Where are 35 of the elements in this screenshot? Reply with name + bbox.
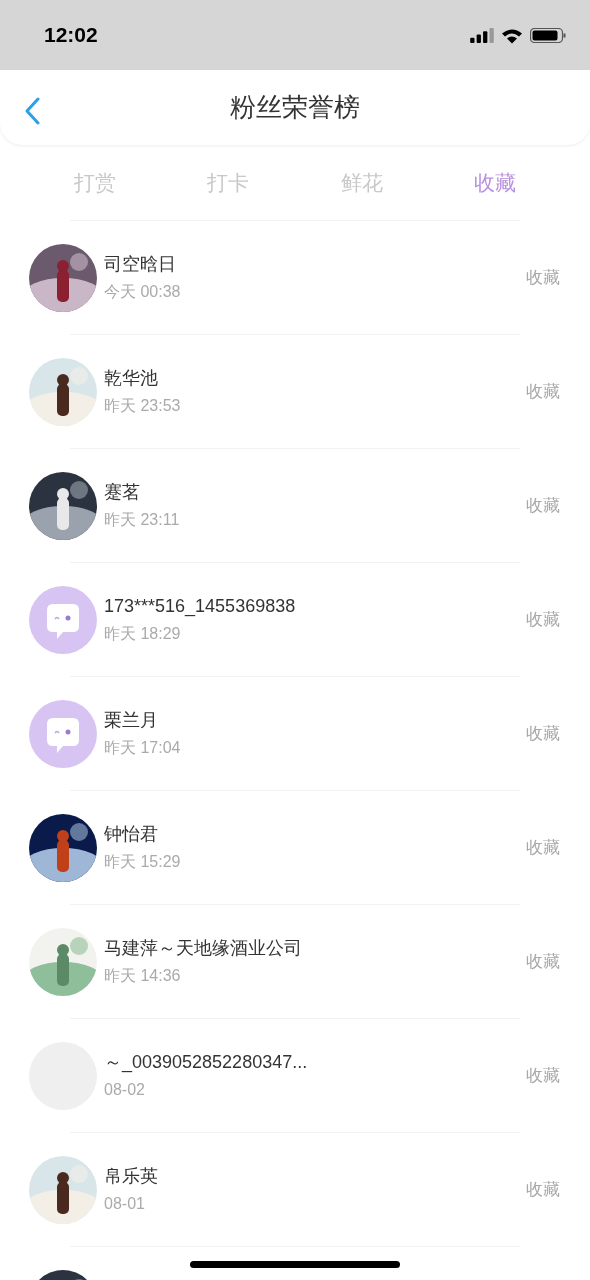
back-icon <box>24 97 40 125</box>
timestamp: 08-02 <box>104 1080 146 1100</box>
action-label: 收藏 <box>526 380 560 403</box>
signal-icon <box>470 27 494 43</box>
user-name: 乾华池 <box>104 367 159 390</box>
timestamp: 今天 00:38 <box>104 282 182 302</box>
user-name: 173***516_1455369838 <box>104 595 297 619</box>
tab[interactable]: 收藏 <box>428 166 562 199</box>
user-name: ～_0039052852280347... <box>104 1051 309 1075</box>
user-name: 钟怡君 <box>104 823 159 846</box>
page-title: 粉丝荣誉榜 <box>230 91 360 124</box>
user-name: 司空晗日 <box>104 253 177 276</box>
timestamp: 昨天 18:29 <box>104 624 182 644</box>
user-name: 马建萍～天地缘酒业公司 <box>104 937 303 960</box>
battery-icon <box>530 27 566 43</box>
user-name: 帛乐英 <box>104 1165 159 1188</box>
action-label: 收藏 <box>526 950 560 973</box>
timestamp: 昨天 17:04 <box>104 738 182 758</box>
action-label: 收藏 <box>526 722 560 745</box>
status-time: 12:02 <box>44 22 98 49</box>
action-label: 收藏 <box>526 1178 560 1201</box>
user-name: 栗兰月 <box>104 709 159 732</box>
timestamp: 昨天 15:29 <box>104 852 182 872</box>
action-label: 收藏 <box>526 836 560 859</box>
user-name: 蹇茗 <box>104 481 141 504</box>
timestamp: 昨天 14:36 <box>104 966 182 986</box>
timestamp: 昨天 23:11 <box>104 510 181 530</box>
action-label: 收藏 <box>526 1064 560 1087</box>
action-label: 收藏 <box>526 608 560 631</box>
timestamp: 昨天 23:53 <box>104 396 182 416</box>
avatar-icon <box>29 585 97 654</box>
action-label: 收藏 <box>526 494 560 517</box>
avatar-icon <box>29 699 97 768</box>
timestamp: 08-01 <box>104 1194 146 1214</box>
action-label: 收藏 <box>526 266 560 289</box>
